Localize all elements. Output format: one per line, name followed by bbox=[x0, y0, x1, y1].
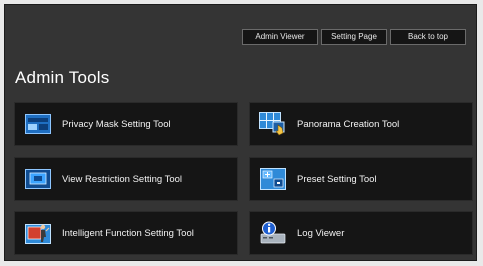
panorama-tool-button[interactable]: Panorama Creation Tool bbox=[249, 102, 473, 146]
tool-label: Intelligent Function Setting Tool bbox=[62, 227, 194, 239]
privacy-mask-tool-button[interactable]: Privacy Mask Setting Tool bbox=[14, 102, 238, 146]
top-navigation: Admin Viewer Setting Page Back to top bbox=[242, 29, 466, 45]
log-viewer-icon bbox=[259, 221, 287, 245]
tool-label: Privacy Mask Setting Tool bbox=[62, 118, 171, 130]
intelligent-function-icon bbox=[24, 221, 52, 245]
setting-page-button[interactable]: Setting Page bbox=[321, 29, 387, 45]
preset-icon bbox=[259, 167, 287, 191]
log-viewer-tool-button[interactable]: Log Viewer bbox=[249, 211, 473, 255]
panorama-icon bbox=[259, 112, 287, 136]
tool-label: Preset Setting Tool bbox=[297, 173, 377, 185]
admin-window: Admin Viewer Setting Page Back to top Ad… bbox=[4, 4, 477, 261]
tool-label: Panorama Creation Tool bbox=[297, 118, 400, 130]
admin-viewer-button[interactable]: Admin Viewer bbox=[242, 29, 318, 45]
tool-label: Log Viewer bbox=[297, 227, 345, 239]
view-restriction-icon bbox=[24, 167, 52, 191]
tool-label: View Restriction Setting Tool bbox=[62, 173, 183, 185]
intelligent-function-tool-button[interactable]: Intelligent Function Setting Tool bbox=[14, 211, 238, 255]
back-to-top-button[interactable]: Back to top bbox=[390, 29, 466, 45]
privacy-mask-icon bbox=[24, 112, 52, 136]
page-title: Admin Tools bbox=[15, 68, 110, 87]
preset-tool-button[interactable]: Preset Setting Tool bbox=[249, 157, 473, 201]
view-restriction-tool-button[interactable]: View Restriction Setting Tool bbox=[14, 157, 238, 201]
